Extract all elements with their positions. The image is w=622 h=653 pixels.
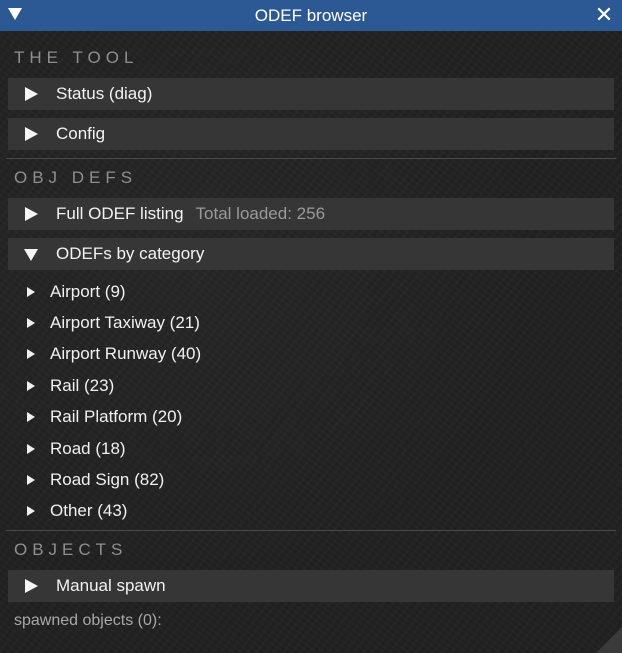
section-label-objects: OBJECTS (14, 540, 128, 559)
tree-arrow-icon (27, 349, 35, 359)
config-header[interactable]: Config (8, 118, 614, 150)
resize-grip-icon[interactable] (596, 627, 622, 653)
header-label: ODEFs by category (56, 244, 205, 263)
category-label: Road Sign (82) (50, 470, 165, 489)
category-label: Other (43) (50, 501, 128, 520)
expand-arrow-icon (25, 207, 38, 221)
category-label: Road (18) (50, 439, 126, 458)
category-label: Airport Taxiway (21) (50, 313, 200, 332)
tree-arrow-icon (27, 412, 35, 422)
total-loaded-text: Total loaded: 256 (195, 204, 326, 223)
header-label: Config (56, 124, 106, 143)
category-item-airport-runway[interactable]: Airport Runway (40) (20, 341, 420, 367)
header-label: Status (diag) (56, 84, 153, 103)
full-odef-listing-header[interactable]: Full ODEF listing Total loaded: 256 (8, 198, 614, 230)
section-label-the-tool: THE TOOL (14, 48, 139, 67)
status-diag-header[interactable]: Status (diag) (8, 78, 614, 110)
expand-arrow-icon (25, 579, 38, 593)
category-label: Rail Platform (20) (50, 407, 183, 426)
full-listing-label: Full ODEF listing (56, 204, 184, 223)
category-item-other[interactable]: Other (43) (20, 498, 420, 524)
tree-arrow-icon (27, 318, 35, 328)
expand-arrow-icon (25, 87, 38, 101)
manual-spawn-header[interactable]: Manual spawn (8, 570, 614, 602)
tree-arrow-icon (27, 287, 35, 297)
category-item-rail[interactable]: Rail (23) (20, 373, 420, 399)
odef-browser-window: ODEF browser ✕ THE TOOL Status (diag) Co… (0, 0, 622, 653)
tree-arrow-icon (27, 444, 35, 454)
expand-arrow-icon (25, 127, 38, 141)
title-bar[interactable]: ODEF browser ✕ (0, 0, 622, 31)
category-item-road[interactable]: Road (18) (20, 436, 420, 462)
category-label: Rail (23) (50, 376, 115, 395)
category-label: Airport Runway (40) (50, 344, 202, 363)
spawned-objects-text: spawned objects (0): (14, 612, 162, 629)
close-icon[interactable]: ✕ (592, 2, 616, 28)
collapse-arrow-icon (24, 249, 38, 261)
header-label: Full ODEF listing Total loaded: 256 (56, 204, 325, 224)
category-item-road-sign[interactable]: Road Sign (82) (20, 467, 420, 493)
category-item-airport-taxiway[interactable]: Airport Taxiway (21) (20, 310, 420, 336)
separator (6, 158, 616, 159)
header-label: Manual spawn (56, 576, 166, 595)
window-title: ODEF browser (254, 6, 368, 25)
section-label-obj-defs: OBJ DEFS (14, 168, 138, 187)
category-item-airport[interactable]: Airport (9) (20, 279, 420, 305)
tree-arrow-icon (27, 381, 35, 391)
separator (6, 530, 616, 531)
odefs-by-category-header[interactable]: ODEFs by category (8, 238, 614, 270)
tree-arrow-icon (27, 475, 35, 485)
tree-arrow-icon (27, 506, 35, 516)
category-item-rail-platform[interactable]: Rail Platform (20) (20, 404, 420, 430)
category-label: Airport (9) (50, 282, 126, 301)
